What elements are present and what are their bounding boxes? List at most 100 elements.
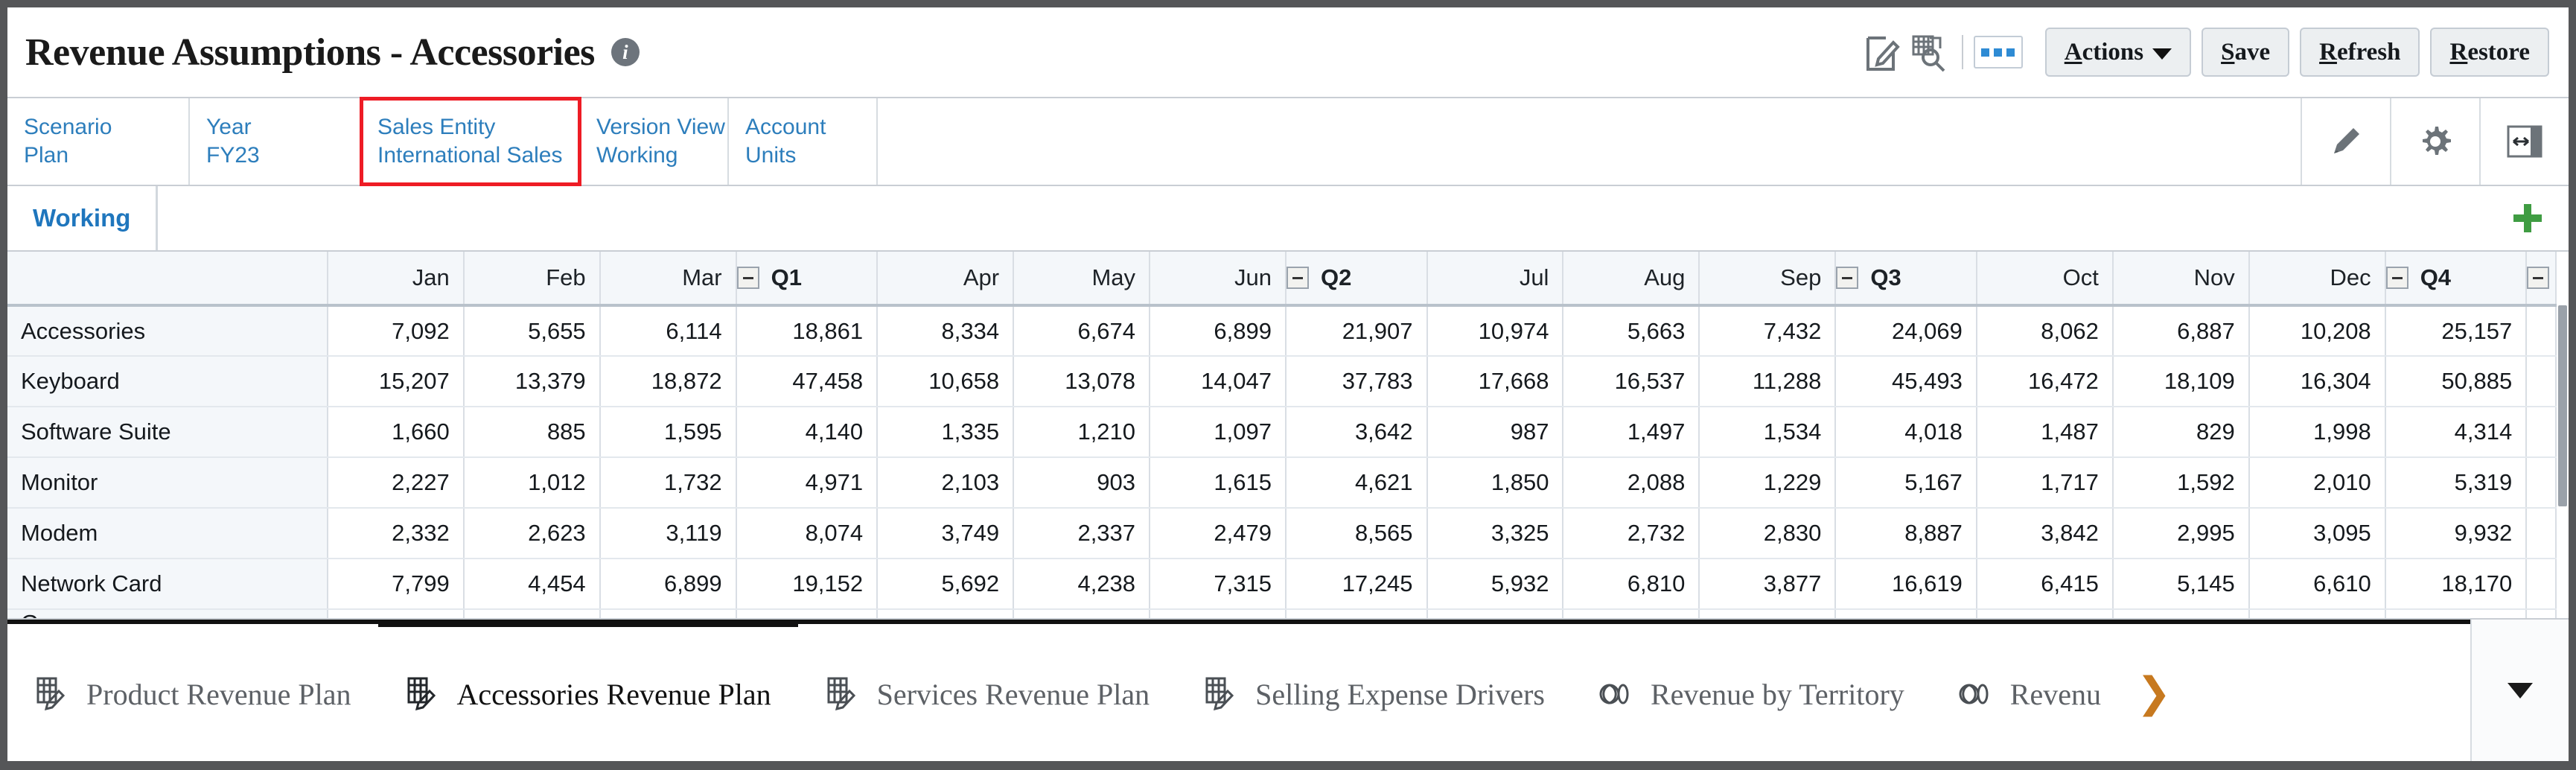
cell[interactable]: 24,069 <box>1835 305 1977 357</box>
cell[interactable] <box>1699 609 1837 618</box>
col-header-q4[interactable]: Q4 <box>2385 252 2528 307</box>
cell[interactable]: 9,932 <box>2385 508 2528 559</box>
col-header-mar[interactable]: Mar <box>599 252 737 307</box>
cell[interactable]: 8,062 <box>1976 305 2114 357</box>
cell[interactable]: 21,907 <box>1285 305 1428 357</box>
col-header-sep[interactable]: Sep <box>1699 252 1837 307</box>
cell[interactable] <box>1835 609 1977 618</box>
cell[interactable]: 6,899 <box>599 559 737 610</box>
cell[interactable]: 2,088 <box>1563 457 1700 509</box>
cell[interactable]: 18,170 <box>2385 559 2528 610</box>
cell[interactable]: 6,114 <box>599 305 737 357</box>
col-header-jun[interactable]: Jun <box>1150 252 1287 307</box>
cell[interactable]: 829 <box>2112 407 2250 458</box>
cell[interactable]: 6,415 <box>1976 559 2114 610</box>
col-header-may[interactable]: May <box>1013 252 1151 307</box>
tab-working[interactable]: Working <box>7 186 159 250</box>
grid-vertical-scrollbar[interactable] <box>2558 305 2567 506</box>
cell[interactable]: 15,207 <box>327 356 465 407</box>
refresh-button[interactable]: Refresh <box>2300 28 2420 77</box>
col-header-jul[interactable]: Jul <box>1426 252 1564 307</box>
cell[interactable]: 3,325 <box>1426 508 1564 559</box>
cell[interactable]: 5,932 <box>1426 559 1564 610</box>
cell[interactable]: 18,861 <box>736 305 879 357</box>
col-header-feb[interactable]: Feb <box>463 252 601 307</box>
gear-icon[interactable] <box>2391 98 2481 185</box>
cell[interactable] <box>463 609 601 618</box>
pov-cell-account[interactable]: Account Units <box>729 98 878 185</box>
cell[interactable]: 45,493 <box>1835 356 1977 407</box>
cell[interactable]: 5,145 <box>2112 559 2250 610</box>
pencil-icon[interactable] <box>2302 98 2391 185</box>
cell[interactable]: 16,304 <box>2248 356 2386 407</box>
col-header-dec[interactable]: Dec <box>2248 252 2386 307</box>
cell[interactable]: 10,658 <box>877 356 1015 407</box>
cell[interactable]: 2,995 <box>2112 508 2250 559</box>
cell[interactable]: 3,749 <box>877 508 1015 559</box>
row-label[interactable]: Modem <box>7 508 328 559</box>
more-options-icon[interactable] <box>1973 36 2023 69</box>
row-label[interactable]: Accessories <box>7 305 328 357</box>
cell[interactable]: 1,732 <box>599 457 737 509</box>
cell[interactable]: 7,799 <box>327 559 465 610</box>
col-header-q1[interactable]: Q1 <box>736 252 879 307</box>
cell[interactable]: 2,623 <box>463 508 601 559</box>
cell[interactable]: 8,074 <box>736 508 879 559</box>
cell[interactable]: 47,458 <box>736 356 879 407</box>
cell[interactable]: 5,319 <box>2385 457 2528 509</box>
actions-button[interactable]: Actions <box>2044 28 2192 77</box>
cell[interactable] <box>1426 609 1564 618</box>
bottom-tab-product-revenue-plan[interactable]: Product Revenue Plan <box>7 624 378 761</box>
cell[interactable]: 25,157 <box>2385 305 2528 357</box>
cell[interactable]: 1,592 <box>2112 457 2250 509</box>
cell[interactable]: 3,842 <box>1976 508 2114 559</box>
cell[interactable]: 50,885 <box>2385 356 2528 407</box>
cell[interactable] <box>2385 609 2528 618</box>
cell[interactable] <box>2248 609 2386 618</box>
table-row-partial[interactable]: Game <box>7 609 2557 618</box>
cell[interactable]: 903 <box>1013 457 1151 509</box>
cell[interactable]: 6,887 <box>2112 305 2250 357</box>
cell[interactable] <box>327 609 465 618</box>
cell[interactable]: 11,288 <box>1699 356 1837 407</box>
add-plus-icon[interactable] <box>2487 186 2569 250</box>
cell[interactable]: 7,092 <box>327 305 465 357</box>
cell[interactable]: 1,097 <box>1150 407 1287 458</box>
cell[interactable] <box>877 609 1015 618</box>
cell[interactable]: 2,337 <box>1013 508 1151 559</box>
cell[interactable]: 1,487 <box>1976 407 2114 458</box>
cell[interactable] <box>599 609 737 618</box>
bottom-tabs-dropdown[interactable] <box>2470 620 2569 761</box>
cell[interactable]: 1,615 <box>1150 457 1287 509</box>
cell[interactable]: 18,872 <box>599 356 737 407</box>
chevron-right-icon[interactable]: ❯ <box>2128 624 2180 761</box>
cell[interactable]: 13,078 <box>1013 356 1151 407</box>
cell[interactable]: 6,610 <box>2248 559 2386 610</box>
bottom-tab-revenue-truncated[interactable]: Revenu <box>1931 624 2128 761</box>
row-label-partial[interactable]: Game <box>7 609 328 618</box>
cell[interactable]: 16,537 <box>1563 356 1700 407</box>
cell[interactable]: 1,850 <box>1426 457 1564 509</box>
pov-cell-sales-entity[interactable]: Sales Entity International Sales <box>360 97 581 186</box>
bottom-tab-revenue-by-territory[interactable]: Revenue by Territory <box>1572 624 1931 761</box>
cell[interactable]: 1,497 <box>1563 407 1700 458</box>
col-header-next-partial[interactable] <box>2526 252 2557 307</box>
row-label[interactable]: Monitor <box>7 457 328 509</box>
cell[interactable]: 1,998 <box>2248 407 2386 458</box>
table-row[interactable]: Software Suite 1,660 885 1,595 4,140 1,3… <box>7 407 2557 458</box>
cell[interactable]: 2,732 <box>1563 508 1700 559</box>
panel-resize-icon[interactable] <box>2481 98 2569 185</box>
cell[interactable]: 1,210 <box>1013 407 1151 458</box>
col-header-apr[interactable]: Apr <box>877 252 1015 307</box>
cell[interactable]: 37,783 <box>1285 356 1428 407</box>
cell[interactable]: 5,655 <box>463 305 601 357</box>
cell[interactable]: 4,238 <box>1013 559 1151 610</box>
cell[interactable]: 1,534 <box>1699 407 1837 458</box>
bottom-tab-selling-expense-drivers[interactable]: Selling Expense Drivers <box>1176 624 1572 761</box>
cell[interactable]: 6,899 <box>1150 305 1287 357</box>
cell[interactable]: 10,974 <box>1426 305 1564 357</box>
cell[interactable]: 10,208 <box>2248 305 2386 357</box>
collapse-minus-icon[interactable] <box>736 267 759 289</box>
cell[interactable] <box>1150 609 1287 618</box>
cell[interactable]: 885 <box>463 407 601 458</box>
